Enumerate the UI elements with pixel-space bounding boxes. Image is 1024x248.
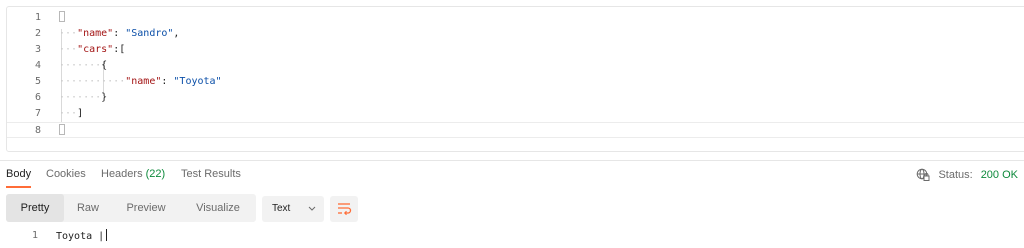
response-status: Status: 200 OK [916, 168, 1018, 182]
line-number: 8 [34, 125, 41, 136]
wrap-lines-button[interactable] [330, 196, 358, 222]
code-line: 3 ···"cars":[ [7, 42, 1024, 58]
text-cursor [106, 229, 108, 241]
json-punctuation: [ [119, 44, 126, 55]
view-pretty-button[interactable]: Pretty [6, 194, 64, 222]
active-tab-indicator [6, 186, 31, 188]
json-string-value: "Toyota" [173, 76, 222, 87]
code-line: 5 ···········"name": "Toyota" [7, 74, 1024, 90]
code-line: 2 ···"name": "Sandro", [7, 26, 1024, 42]
json-separator: : [113, 28, 126, 39]
code-line-active: 8 [7, 122, 1024, 138]
response-view-toolbar: Pretty Raw Preview Visualize Text [6, 194, 1018, 222]
status-code[interactable]: 200 OK [981, 169, 1018, 181]
line-number: 4 [34, 60, 41, 71]
line-number: 1 [34, 12, 41, 23]
line-number: 5 [34, 76, 41, 87]
view-visualize-button[interactable]: Visualize [180, 194, 256, 222]
code-line: 6 ·······} [7, 90, 1024, 106]
status-label: Status: [938, 169, 973, 181]
json-separator: : [161, 76, 174, 87]
globe-lock-icon[interactable] [916, 168, 930, 182]
tab-headers[interactable]: Headers (22) [101, 168, 165, 180]
json-punctuation: } [101, 92, 108, 103]
json-key: "cars" [77, 44, 114, 55]
response-tabs: Body Cookies Headers (22) Test Results S… [0, 160, 1024, 188]
request-body-editor[interactable]: 1 2 ···"name": "Sandro", 3 ···"cars":[ 4… [6, 6, 1024, 152]
bracket-match-marker [59, 124, 65, 135]
bracket-match-marker [59, 11, 65, 22]
code-line: 7 ···] [7, 106, 1024, 122]
json-key: "name" [77, 28, 114, 39]
wrap-lines-icon [330, 203, 358, 226]
line-number: 3 [34, 44, 41, 55]
tab-test-results[interactable]: Test Results [181, 168, 241, 180]
line-number: 7 [34, 108, 41, 119]
view-mode-segmented-control: Pretty Raw Preview Visualize [6, 194, 256, 222]
format-select-value: Text [272, 203, 291, 214]
code-line: 1 [7, 10, 1024, 26]
tab-cookies[interactable]: Cookies [46, 168, 86, 180]
json-punctuation: , [173, 28, 180, 39]
line-number: 2 [34, 28, 41, 39]
response-body-text: Toyota | [56, 231, 105, 242]
tab-body[interactable]: Body [6, 168, 31, 180]
code-line: 4 ·······{ [7, 58, 1024, 74]
view-preview-button[interactable]: Preview [112, 194, 180, 222]
line-number: 6 [34, 92, 41, 103]
response-body-line[interactable]: 1 Toyota | [0, 229, 1024, 243]
chevron-down-icon [308, 196, 316, 233]
format-select[interactable]: Text [262, 196, 324, 222]
line-number: 1 [31, 230, 38, 241]
tab-headers-label: Headers [101, 168, 143, 180]
headers-count-badge: (22) [145, 168, 166, 180]
json-key: "name" [125, 76, 162, 87]
json-string-value: "Sandro" [125, 28, 174, 39]
json-punctuation: { [101, 60, 108, 71]
view-raw-button[interactable]: Raw [64, 194, 112, 222]
json-punctuation: ] [77, 108, 84, 119]
